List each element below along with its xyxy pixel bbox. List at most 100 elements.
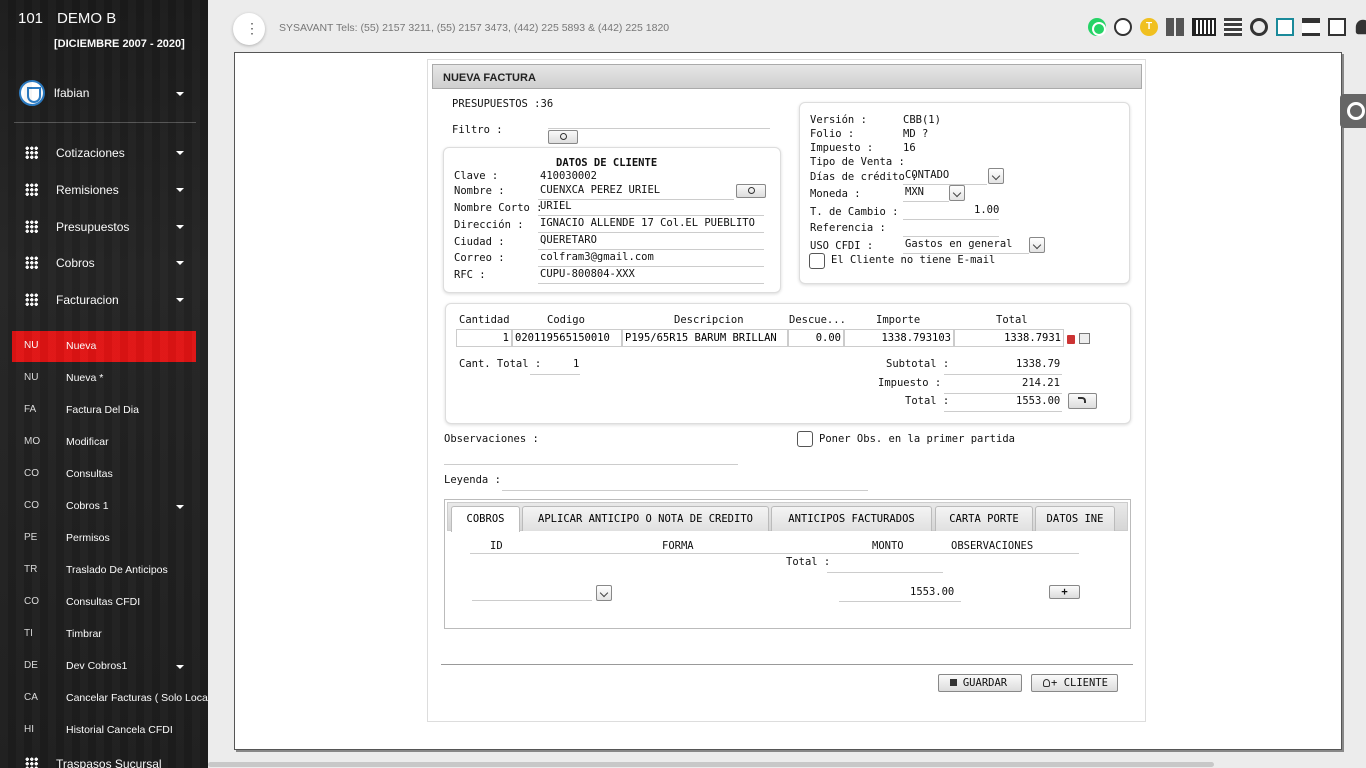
sidebar-item-nueva[interactable]: NU Nueva xyxy=(12,331,196,362)
chevron-down-icon[interactable] xyxy=(949,185,965,201)
sidebar-item-consultas-cfdi[interactable]: CO Consultas CFDI xyxy=(0,589,208,617)
undo-icon xyxy=(1078,397,1086,403)
sidebar-item-consultas[interactable]: CO Consultas xyxy=(0,461,208,489)
folio-label: Folio : xyxy=(810,128,855,140)
filtro-search-button[interactable] xyxy=(548,130,578,144)
table-cell[interactable]: P195/65R15 BARUM BRILLAN xyxy=(622,329,788,347)
grid-icon xyxy=(25,757,38,768)
chevron-down-icon[interactable] xyxy=(988,168,1004,184)
printer-icon[interactable] xyxy=(1302,18,1320,36)
invoice-form: NUEVA FACTURA PRESUPUESTOS :36 Filtro : … xyxy=(427,59,1146,722)
item-abbr: CO xyxy=(24,468,39,479)
sidebar-item-permisos[interactable]: PE Permisos xyxy=(0,525,208,553)
tipo-cambio-field[interactable]: 1.00 xyxy=(974,204,999,216)
sidebar-item-dev-cobros[interactable]: DE Dev Cobros1 xyxy=(0,653,208,681)
t-badge-icon[interactable]: T xyxy=(1140,18,1158,36)
user-icon xyxy=(1043,679,1050,687)
menu-presupuestos[interactable]: Presupuestos xyxy=(0,211,208,243)
avatar xyxy=(19,80,45,106)
correo-field[interactable]: colfram3@gmail.com xyxy=(540,251,654,263)
grid-icon xyxy=(25,146,38,159)
client-search-button[interactable] xyxy=(736,184,766,198)
wrench-icon[interactable] xyxy=(1340,94,1366,128)
tab-carta-porte[interactable]: CARTA PORTE xyxy=(935,506,1033,531)
window-add-icon[interactable] xyxy=(1328,18,1346,36)
moneda-select[interactable]: MXN xyxy=(905,186,924,198)
add-cobro-button[interactable]: + xyxy=(1049,585,1080,599)
filtro-input[interactable] xyxy=(548,128,770,129)
no-email-checkbox[interactable] xyxy=(809,253,825,269)
search-icon[interactable] xyxy=(1079,333,1090,344)
ciudad-field[interactable]: QUERETARO xyxy=(540,234,597,246)
user-menu[interactable]: lfabian xyxy=(0,78,208,110)
nombre-corto-field[interactable]: URIEL xyxy=(540,200,572,212)
sidebar-item-modificar[interactable]: MO Modificar xyxy=(0,429,208,457)
presupuestos-count: PRESUPUESTOS :36 xyxy=(452,98,554,110)
whatsapp-icon[interactable] xyxy=(1088,18,1106,36)
sidebar-item-nueva-star[interactable]: NU Nueva * xyxy=(0,365,208,393)
horizontal-scrollbar[interactable] xyxy=(208,762,1214,767)
sidebar-item-cobros1[interactable]: CO Cobros 1 xyxy=(0,493,208,521)
item-abbr: NU xyxy=(24,340,39,351)
item-label: Factura Del Dia xyxy=(66,404,139,416)
table-cell[interactable]: 0.00 xyxy=(788,329,844,347)
uso-cfdi-label: USO CFDI : xyxy=(810,240,874,252)
sidebar-item-historial[interactable]: HI Historial Cancela CFDI xyxy=(0,717,208,745)
menu-facturacion[interactable]: Facturacion xyxy=(0,284,208,316)
add-client-button[interactable]: + CLIENTE xyxy=(1031,674,1118,692)
tab-datos-ine[interactable]: DATOS INE xyxy=(1035,506,1115,531)
menu-remisiones[interactable]: Remisiones xyxy=(0,174,208,206)
menu-traspasos-sucursal[interactable]: Traspasos Sucursal xyxy=(0,748,208,768)
sidebar-item-timbrar[interactable]: TI Timbrar xyxy=(0,621,208,649)
guardar-button[interactable]: GUARDAR xyxy=(938,674,1022,692)
forma-select[interactable] xyxy=(472,600,592,601)
tab-cobros[interactable]: COBROS xyxy=(451,506,520,532)
sidebar-item-cancelar-facturas[interactable]: CA Cancelar Facturas ( Solo Local xyxy=(0,685,208,713)
table-cell[interactable]: 020119565150010 xyxy=(512,329,622,347)
target-icon[interactable] xyxy=(1250,18,1268,36)
tab-anticipos-facturados[interactable]: ANTICIPOS FACTURADOS xyxy=(771,506,932,531)
table-cell[interactable]: 1338.793103 xyxy=(844,329,954,347)
nombre-field[interactable]: CUENXCA PEREZ URIEL xyxy=(540,184,660,196)
trash-icon[interactable] xyxy=(1067,335,1075,344)
more-options-button[interactable] xyxy=(233,13,265,45)
sidebar-item-factura-del-dia[interactable]: FA Factura Del Dia xyxy=(0,397,208,425)
divider xyxy=(441,664,1133,665)
xml-icon[interactable] xyxy=(1192,18,1216,36)
direccion-field[interactable]: IGNACIO ALLENDE 17 Col.EL PUEBLITO xyxy=(540,217,755,229)
clave-label: Clave : xyxy=(454,170,499,182)
chevron-down-icon[interactable] xyxy=(1029,237,1045,253)
rfc-field[interactable]: CUPU-800804-XXX xyxy=(540,268,635,280)
undo-button[interactable] xyxy=(1068,393,1097,409)
chevron-down-icon[interactable] xyxy=(596,585,612,601)
user-icon[interactable] xyxy=(1355,19,1366,35)
tab-aplicar-anticipo[interactable]: APLICAR ANTICIPO O NOTA DE CREDITO xyxy=(522,506,769,531)
filtro-label: Filtro : xyxy=(452,124,503,136)
menu-label: Cobros xyxy=(56,256,95,270)
table-cell[interactable]: 1338.7931 xyxy=(954,329,1064,347)
caret-down-icon xyxy=(176,92,184,96)
monto-field[interactable]: 1553.00 xyxy=(910,586,954,598)
toolbar-icons: T xyxy=(1088,18,1366,36)
obs-primer-partida-checkbox[interactable] xyxy=(797,431,813,447)
table-cell[interactable]: 1 xyxy=(456,329,512,347)
layout-icon[interactable] xyxy=(1166,18,1184,36)
support-bot-icon[interactable] xyxy=(1114,18,1132,36)
document-search-icon[interactable] xyxy=(1276,18,1294,36)
qr-code-icon[interactable] xyxy=(1224,18,1242,36)
item-abbr: TI xyxy=(24,628,33,639)
dias-credito-select[interactable]: CONTADO xyxy=(905,169,949,181)
menu-cotizaciones[interactable]: Cotizaciones xyxy=(0,137,208,169)
items-box: Cantidad Codigo Descripcion Descue... Im… xyxy=(445,303,1131,424)
total-value: 1553.00 xyxy=(1016,395,1061,407)
col-header: Descue... xyxy=(789,314,846,326)
grid-icon xyxy=(25,183,38,196)
leyenda-field[interactable] xyxy=(502,490,868,491)
item-label: Consultas xyxy=(66,468,113,480)
uso-cfdi-select[interactable]: Gastos en general xyxy=(905,238,1012,250)
menu-cobros[interactable]: Cobros xyxy=(0,247,208,279)
observaciones-field[interactable] xyxy=(444,464,738,465)
cobros-total-label: Total : xyxy=(786,556,831,568)
referencia-field[interactable] xyxy=(903,236,999,237)
sidebar-item-traslado[interactable]: TR Traslado De Anticipos xyxy=(0,557,208,585)
